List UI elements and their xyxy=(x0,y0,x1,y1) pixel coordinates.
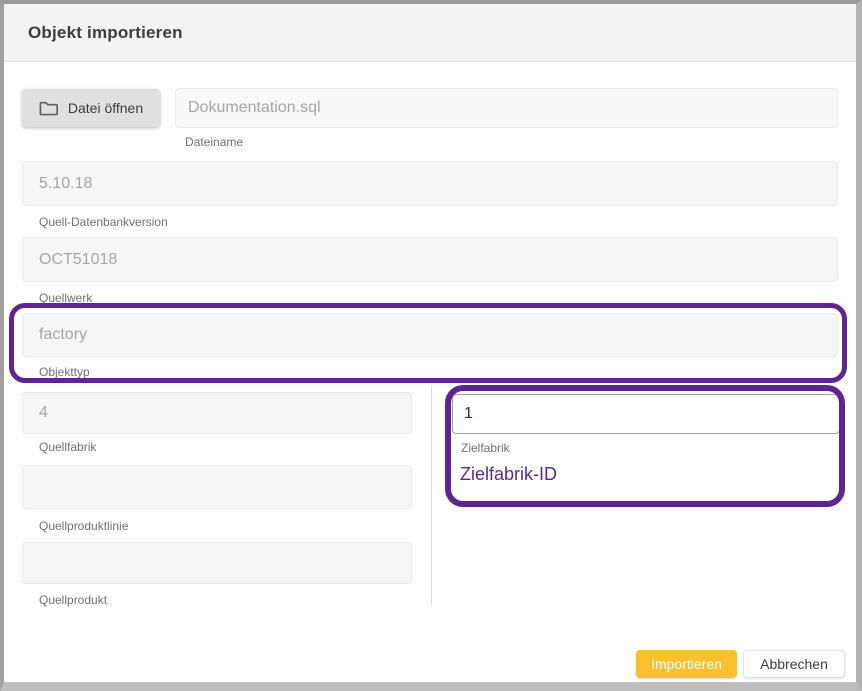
objekttyp-label: Objekttyp xyxy=(39,365,90,379)
source-db-version-input[interactable] xyxy=(22,161,838,206)
filename-label: Dateiname xyxy=(185,135,243,149)
source-db-version-label: Quell-Datenbankversion xyxy=(39,215,168,229)
import-dialog: Objekt importieren Datei öffnen Dateinam… xyxy=(4,4,856,682)
import-button[interactable]: Importieren xyxy=(636,650,737,678)
zielfabrik-label: Zielfabrik xyxy=(461,441,510,455)
quellfabrik-label: Quellfabrik xyxy=(39,440,96,454)
cancel-button[interactable]: Abbrechen xyxy=(743,650,845,678)
open-file-button-label: Datei öffnen xyxy=(68,100,143,116)
objekttyp-input[interactable] xyxy=(22,313,838,357)
zielfabrik-input[interactable] xyxy=(452,394,840,434)
dialog-header: Objekt importieren xyxy=(4,4,856,62)
column-divider xyxy=(431,385,432,606)
quellwerk-label: Quellwerk xyxy=(39,291,92,305)
filename-input[interactable] xyxy=(175,88,838,128)
quellproduktlinie-input[interactable] xyxy=(22,465,412,509)
quellprodukt-input[interactable] xyxy=(22,542,412,584)
quellproduktlinie-label: Quellproduktlinie xyxy=(39,519,128,533)
zielfabrik-id-annotation-text: Zielfabrik-ID xyxy=(460,464,557,485)
quellfabrik-input[interactable] xyxy=(22,392,412,434)
quellprodukt-label: Quellprodukt xyxy=(39,593,107,607)
dialog-title: Objekt importieren xyxy=(28,23,183,43)
quellwerk-input[interactable] xyxy=(22,237,838,282)
import-dialog-window: Objekt importieren Datei öffnen Dateinam… xyxy=(0,0,862,691)
folder-icon xyxy=(39,99,59,117)
open-file-button[interactable]: Datei öffnen xyxy=(22,89,160,127)
